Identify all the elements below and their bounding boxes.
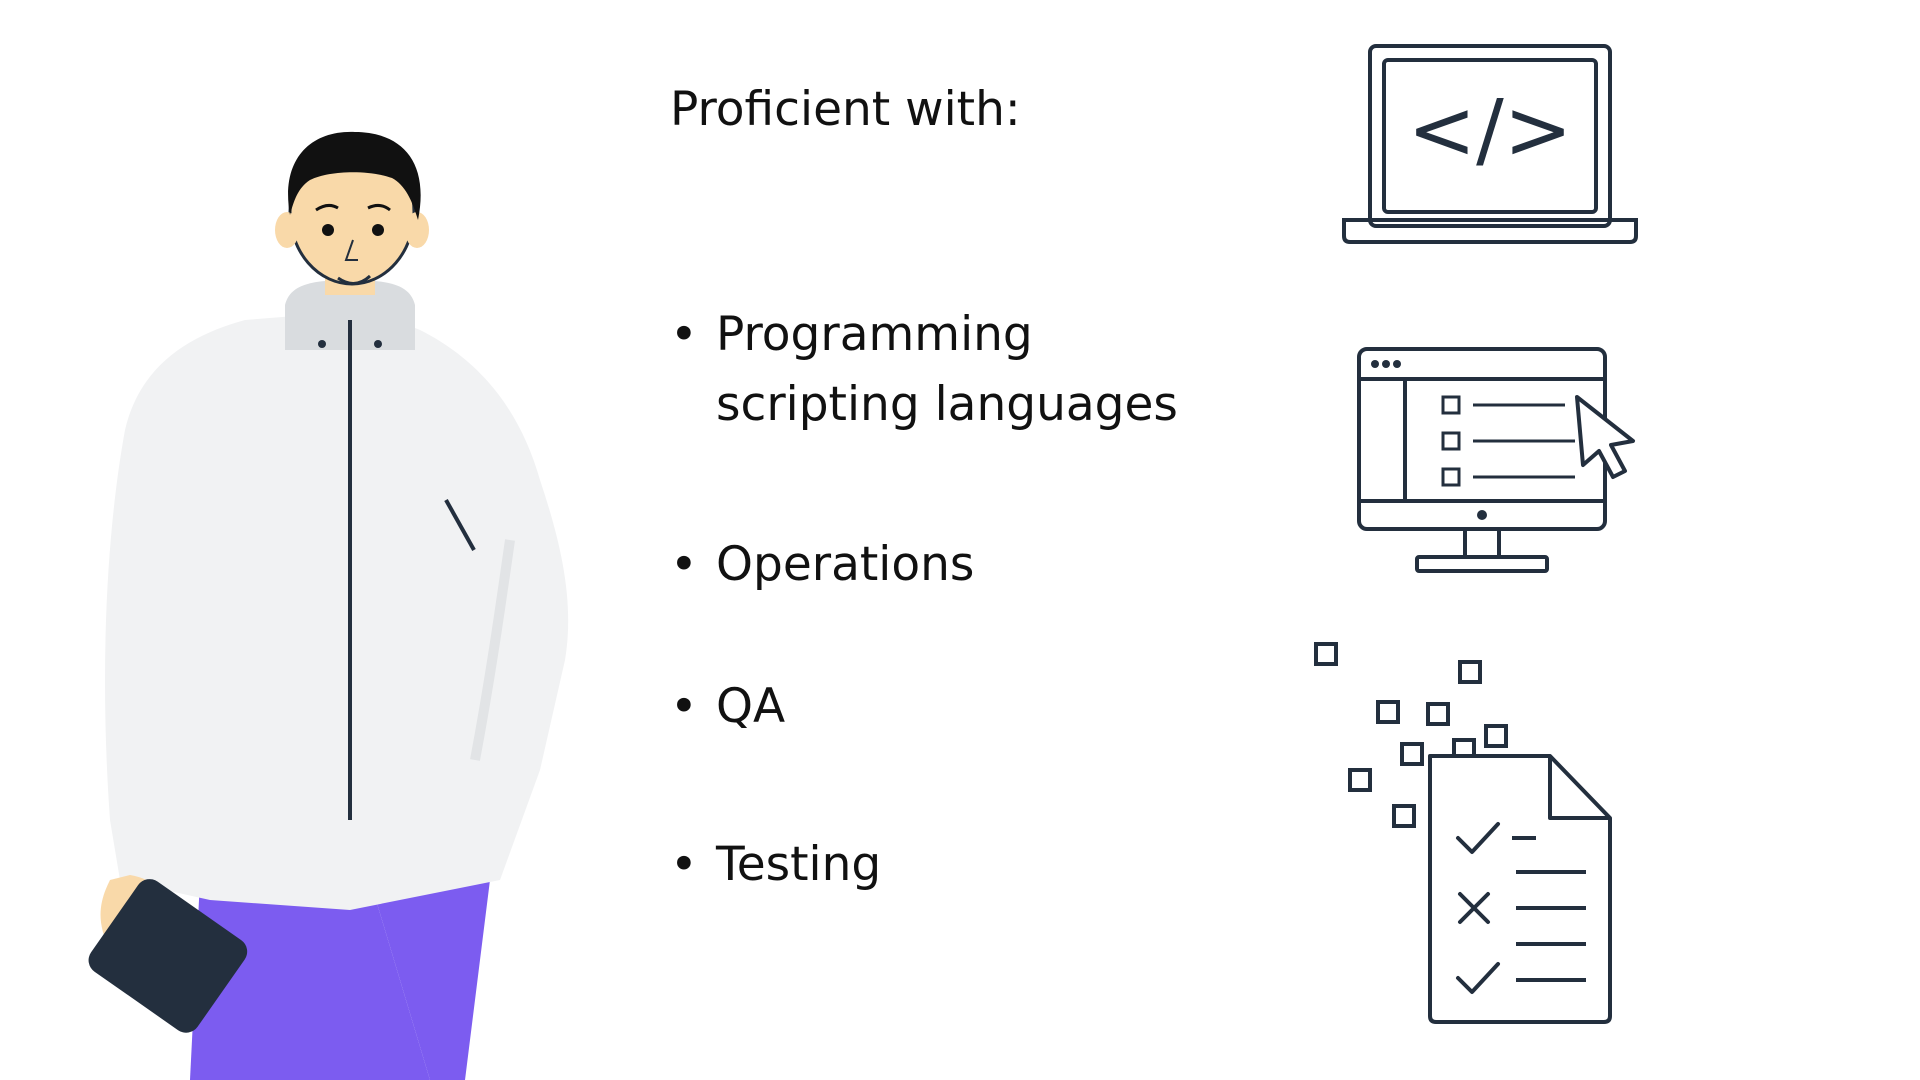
bullet-programming: • Programming scripting languages [670, 300, 1178, 440]
bullet-qa: • QA [670, 672, 785, 742]
bullet-line: Programming [716, 307, 1033, 362]
laptop-code-glyph: </> [1407, 83, 1572, 178]
person-illustration [88, 131, 569, 1080]
bullet-dot: • [670, 679, 698, 734]
bullet-text: Programming scripting languages [716, 300, 1178, 440]
document-checklist-icon [1314, 642, 1612, 1024]
bullet-dot: • [670, 537, 698, 592]
bullet-testing: • Testing [670, 830, 881, 900]
bullet-text: Operations [716, 537, 975, 592]
bullet-text: QA [716, 679, 786, 734]
monitor-checklist-icon [1357, 347, 1635, 573]
bullet-text: Testing [716, 837, 882, 892]
bullet-dot: • [670, 837, 698, 892]
slide-heading: Proficient with: [670, 82, 1021, 137]
bullet-dot: • [670, 307, 698, 362]
slide: Proficient with: • Programming scripting l… [0, 0, 1920, 1080]
bullet-line: scripting languages [716, 377, 1178, 432]
laptop-code-icon: </> [1342, 44, 1638, 244]
bullet-operations: • Operations [670, 530, 974, 600]
